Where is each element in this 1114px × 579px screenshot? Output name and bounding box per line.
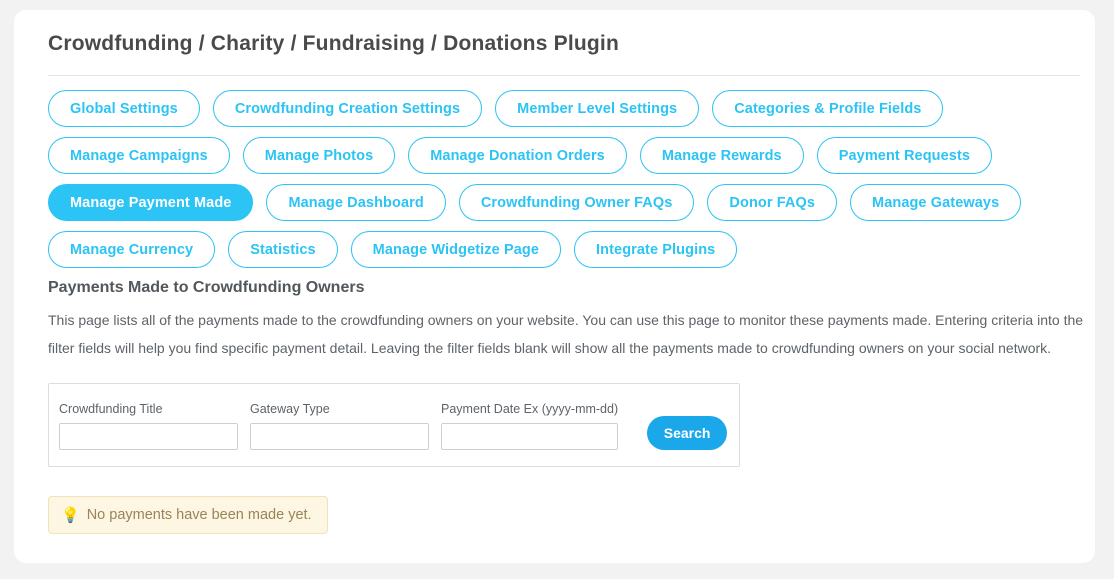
- filter-form: Crowdfunding Title Gateway Type Payment …: [48, 383, 740, 468]
- tab-row: Manage Currency Statistics Manage Widget…: [48, 231, 1077, 269]
- tab-row: Global Settings Crowdfunding Creation Se…: [48, 90, 1077, 128]
- filter-fields: Crowdfunding Title Gateway Type Payment …: [49, 384, 739, 451]
- label-payment-date: Payment Date Ex (yyyy-mm-dd): [441, 402, 619, 417]
- tab-manage-gateways[interactable]: Manage Gateways: [850, 184, 1022, 222]
- tab-manage-dashboard[interactable]: Manage Dashboard: [266, 184, 446, 222]
- tab-manage-widgetize-page[interactable]: Manage Widgetize Page: [350, 231, 562, 269]
- tab-global-settings[interactable]: Global Settings: [48, 90, 200, 128]
- payment-date-input[interactable]: [441, 423, 618, 451]
- section-heading: Payments Made to Crowdfunding Owners: [48, 279, 365, 297]
- tab-crowdfunding-creation-settings[interactable]: Crowdfunding Creation Settings: [212, 90, 483, 128]
- lightbulb-icon: 💡: [61, 506, 80, 524]
- tab-row: Manage Payment Made Manage Dashboard Cro…: [48, 184, 1077, 222]
- tab-manage-payment-made[interactable]: Manage Payment Made: [48, 184, 254, 222]
- tab-manage-campaigns[interactable]: Manage Campaigns: [48, 137, 230, 175]
- tab-categories-profile-fields[interactable]: Categories & Profile Fields: [712, 90, 944, 128]
- field-group-crowdfunding-title: Crowdfunding Title: [59, 402, 238, 451]
- gateway-type-input[interactable]: [250, 423, 429, 451]
- tab-manage-photos[interactable]: Manage Photos: [242, 137, 396, 175]
- tab-manage-rewards[interactable]: Manage Rewards: [639, 137, 804, 175]
- field-group-payment-date: Payment Date Ex (yyyy-mm-dd): [441, 402, 619, 451]
- search-button[interactable]: Search: [647, 416, 728, 451]
- empty-state-notice: 💡 No payments have been made yet.: [48, 496, 328, 535]
- tab-manage-donation-orders[interactable]: Manage Donation Orders: [408, 137, 627, 175]
- tab-payment-requests[interactable]: Payment Requests: [816, 137, 993, 175]
- tab-integrate-plugins[interactable]: Integrate Plugins: [574, 231, 738, 269]
- label-crowdfunding-title: Crowdfunding Title: [59, 402, 163, 417]
- tab-member-level-settings[interactable]: Member Level Settings: [495, 90, 700, 128]
- page-card: Crowdfunding / Charity / Fundraising / D…: [14, 10, 1095, 563]
- crowdfunding-title-input[interactable]: [59, 423, 238, 451]
- tab-donor-faqs[interactable]: Donor FAQs: [707, 184, 838, 222]
- tab-row: Manage Campaigns Manage Photos Manage Do…: [48, 137, 1077, 175]
- section-description: This page lists all of the payments made…: [48, 312, 1084, 357]
- tab-navigation: Global Settings Crowdfunding Creation Se…: [32, 76, 1077, 269]
- label-gateway-type: Gateway Type: [250, 402, 330, 417]
- field-group-gateway-type: Gateway Type: [250, 402, 429, 451]
- tab-manage-currency[interactable]: Manage Currency: [48, 231, 216, 269]
- tab-crowdfunding-owner-faqs[interactable]: Crowdfunding Owner FAQs: [458, 184, 695, 222]
- page-title: Crowdfunding / Charity / Fundraising / D…: [48, 32, 619, 55]
- notice-message: No payments have been made yet.: [86, 507, 312, 524]
- tab-statistics[interactable]: Statistics: [228, 231, 338, 269]
